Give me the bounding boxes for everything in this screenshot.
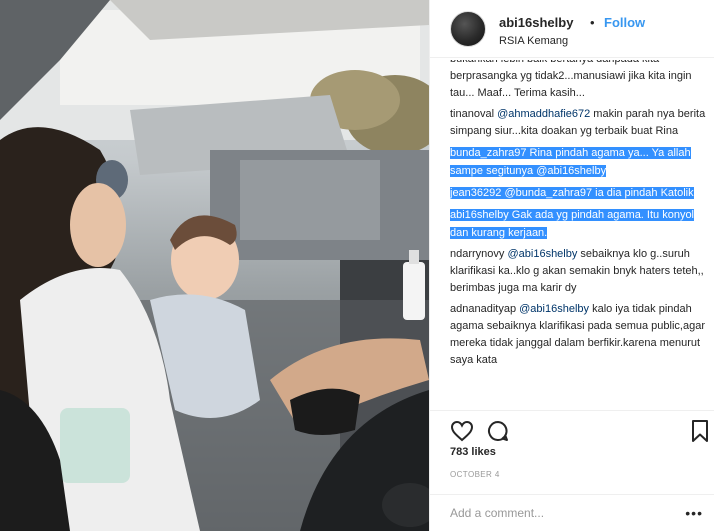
comment-mention[interactable]: @abi16shelby bbox=[536, 165, 606, 177]
comment-item: jean36292 @bunda_zahra97 ia dia pindah K… bbox=[450, 184, 714, 202]
post-header: abi16shelby • Follow RSIA Kemang bbox=[430, 0, 714, 58]
comment-item: ndarrynovy @abi16shelby sebaiknya klo g.… bbox=[450, 246, 714, 297]
comment-icon[interactable] bbox=[486, 419, 510, 443]
comment-item: bukankah lebih baik bertanya daripada ki… bbox=[450, 60, 714, 102]
comment-item: bunda_zahra97 Rina pindah agama ya... Ya… bbox=[450, 144, 714, 180]
comment-mention[interactable]: @bunda_zahra97 bbox=[504, 187, 592, 199]
comment-text: ia dia pindah Katolik bbox=[592, 187, 694, 199]
post-photo[interactable] bbox=[0, 0, 429, 531]
action-bar bbox=[430, 410, 714, 450]
comment-item: adnanadityap @abi16shelby kalo iya tidak… bbox=[450, 301, 714, 369]
comment-mention[interactable]: @abi16shelby bbox=[519, 303, 589, 315]
comment-username[interactable]: abi16shelby bbox=[450, 209, 509, 221]
comment-item: tinanoval @ahmaddhafie672 makin parah ny… bbox=[450, 106, 714, 140]
separator-dot: • bbox=[590, 15, 595, 30]
comment-mention[interactable]: @abi16shelby bbox=[507, 248, 577, 260]
post-date: OCTOBER 4 bbox=[450, 470, 500, 479]
post-detail-panel: abi16shelby • Follow RSIA Kemang bukanka… bbox=[429, 0, 714, 531]
comment-username[interactable]: tinanoval bbox=[450, 108, 494, 120]
add-comment-bar: Add a comment... ••• bbox=[430, 494, 714, 531]
comments-list[interactable]: bukankah lebih baik bertanya daripada ki… bbox=[450, 60, 714, 410]
comment-item: abi16shelby Gak ada yg pindah agama. Itu… bbox=[450, 206, 714, 242]
avatar[interactable] bbox=[450, 11, 486, 47]
heart-icon[interactable] bbox=[450, 419, 474, 443]
location-link[interactable]: RSIA Kemang bbox=[499, 35, 568, 47]
likes-count[interactable]: 783 likes bbox=[450, 446, 496, 458]
comment-text: bukankah lebih baik bertanya daripada ki… bbox=[450, 60, 692, 99]
car-scene-illustration bbox=[0, 0, 429, 531]
comment-mention[interactable]: @ahmaddhafie672 bbox=[497, 108, 590, 120]
follow-button[interactable]: Follow bbox=[604, 15, 645, 30]
more-options-icon[interactable]: ••• bbox=[685, 505, 703, 521]
comment-username[interactable]: adnanadityap bbox=[450, 303, 516, 315]
comment-username[interactable]: ndarrynovy bbox=[450, 248, 504, 260]
username-link[interactable]: abi16shelby bbox=[499, 15, 573, 30]
add-comment-input[interactable]: Add a comment... bbox=[450, 506, 544, 520]
comment-username[interactable]: jean36292 bbox=[450, 187, 501, 199]
bookmark-icon[interactable] bbox=[688, 419, 712, 443]
comment-username[interactable]: bunda_zahra97 bbox=[450, 147, 526, 159]
